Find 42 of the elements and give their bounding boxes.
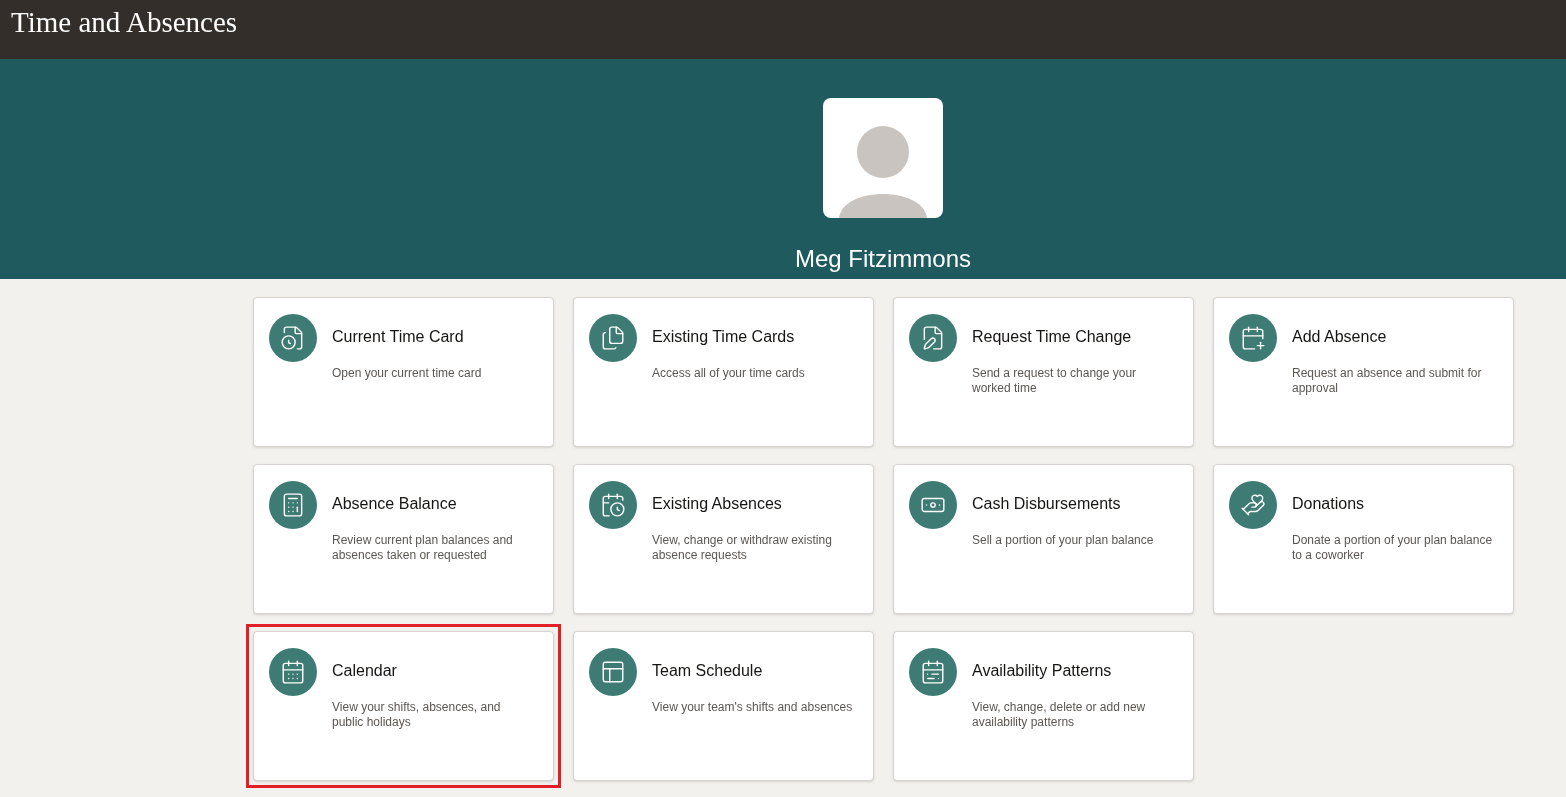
documents-icon bbox=[600, 325, 626, 351]
app-tile[interactable]: Absence Balance Review current plan balances and absences taken or requested bbox=[253, 464, 554, 614]
tile-title: Existing Absences bbox=[652, 495, 783, 513]
app-tile[interactable]: Existing Time Cards Access all of your time cards bbox=[573, 297, 874, 447]
tile-description: View your team's shifts and absences bbox=[652, 700, 854, 715]
tile-title: Cash Disbursements bbox=[972, 495, 1122, 513]
app-tile[interactable]: Calendar View your shifts, absences, and public holidays bbox=[253, 631, 554, 781]
calendar-clock-icon bbox=[600, 492, 626, 518]
tile-description: Donate a portion of your plan balance to a coworker bbox=[1292, 533, 1494, 563]
app-tile[interactable]: Add Absence Request an absence and submit for approval bbox=[1213, 297, 1514, 447]
calendar-icon bbox=[280, 659, 306, 685]
app-tile[interactable]: Donations Donate a portion of your plan balance to a coworker bbox=[1213, 464, 1514, 614]
tile-title: Add Absence bbox=[1292, 328, 1388, 346]
tile-title: Absence Balance bbox=[332, 495, 458, 513]
tile-description: Sell a portion of your plan balance bbox=[972, 533, 1155, 548]
profile-name: Meg Fitzimmons bbox=[795, 244, 971, 274]
app-tile[interactable]: Cash Disbursements Sell a portion of your plan balance bbox=[893, 464, 1194, 614]
tile-title: Calendar bbox=[332, 662, 398, 680]
tile-description: Send a request to change your worked time bbox=[972, 366, 1138, 396]
tile-description: View your shifts, absences, and public holidays bbox=[332, 700, 502, 730]
hand-heart-icon bbox=[1240, 492, 1266, 518]
calendar-list-icon bbox=[920, 659, 946, 685]
tile-title: Team Schedule bbox=[652, 662, 764, 680]
tile-title: Availability Patterns bbox=[972, 662, 1113, 680]
tile-title: Donations bbox=[1292, 495, 1366, 513]
app-tile[interactable]: Existing Absences View, change or withdraw existing absence requests bbox=[573, 464, 874, 614]
tile-title: Existing Time Cards bbox=[652, 328, 796, 346]
tile-title: Current Time Card bbox=[332, 328, 465, 346]
app-tile[interactable]: Availability Patterns View, change, delete or add new availability patterns bbox=[893, 631, 1194, 781]
tile-description: Request an absence and submit for approval bbox=[1292, 366, 1483, 396]
tile-title: Request Time Change bbox=[972, 328, 1133, 346]
app-tile[interactable]: Team Schedule View your team's shifts and absences bbox=[573, 631, 874, 781]
calendar-plus-icon bbox=[1240, 325, 1266, 351]
page-title: Time and Absences bbox=[11, 8, 238, 37]
tile-description: Access all of your time cards bbox=[652, 366, 806, 381]
app-tile[interactable]: Current Time Card Open your current time card bbox=[253, 297, 554, 447]
tile-description: Open your current time card bbox=[332, 366, 483, 381]
tile-description: Review current plan balances and absences taken or requested bbox=[332, 533, 514, 563]
app-tile[interactable]: Request Time Change Send a request to change your worked time bbox=[893, 297, 1194, 447]
tile-description: View, change or withdraw existing absence requests bbox=[652, 533, 833, 563]
schedule-board-icon bbox=[600, 659, 626, 685]
tile-description: View, change, delete or add new availability patterns bbox=[972, 700, 1147, 730]
